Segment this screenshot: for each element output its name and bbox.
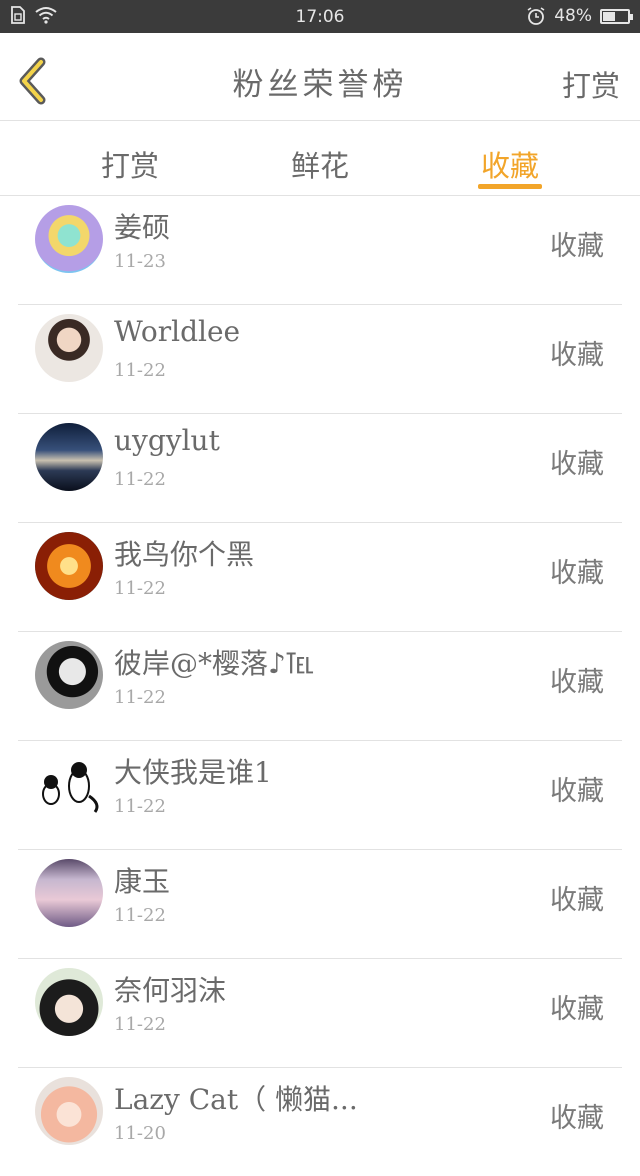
list-item[interactable]: 康玉 11-22 收藏 bbox=[18, 850, 622, 959]
avatar bbox=[35, 423, 103, 491]
fan-date: 11-22 bbox=[114, 469, 166, 490]
list-item[interactable]: 姜硕 11-23 收藏 bbox=[18, 196, 622, 305]
avatar bbox=[35, 750, 103, 818]
battery-icon bbox=[600, 8, 633, 24]
fan-name: 我鸟你个黑 bbox=[114, 538, 255, 571]
list-item[interactable]: 我鸟你个黑 11-22 收藏 bbox=[18, 523, 622, 632]
fan-action-label: 收藏 bbox=[550, 558, 604, 589]
battery-level-fill bbox=[603, 11, 615, 21]
status-right-icons: 48% bbox=[526, 6, 633, 26]
list-item[interactable]: 奈何羽沫 11-22 收藏 bbox=[18, 959, 622, 1068]
battery-percent: 48% bbox=[554, 6, 592, 26]
avatar bbox=[35, 859, 103, 927]
fan-action-label: 收藏 bbox=[550, 667, 604, 698]
reward-button[interactable]: 打赏 bbox=[562, 63, 620, 105]
avatar bbox=[35, 1077, 103, 1145]
fan-date: 11-22 bbox=[114, 578, 166, 599]
avatar bbox=[35, 314, 103, 382]
fan-date: 11-22 bbox=[114, 1014, 166, 1035]
alarm-icon bbox=[527, 7, 545, 25]
fan-action-label: 收藏 bbox=[550, 231, 604, 262]
avatar bbox=[35, 205, 103, 273]
list-item[interactable]: Lazy Cat（ 懒猫... 11-20 收藏 bbox=[18, 1068, 622, 1176]
fan-date: 11-20 bbox=[114, 1123, 166, 1144]
fan-action-label: 收藏 bbox=[550, 1103, 604, 1134]
active-tab-indicator bbox=[478, 184, 542, 189]
fan-action-label: 收藏 bbox=[550, 885, 604, 916]
fan-list: 姜硕 11-23 收藏 Worldlee 11-22 收藏 uygylut 11… bbox=[18, 196, 622, 1176]
title-bar: 粉丝荣誉榜 打赏 bbox=[0, 33, 640, 121]
avatar bbox=[35, 641, 103, 709]
fan-name: uygylut bbox=[114, 424, 220, 457]
fan-action-label: 收藏 bbox=[550, 449, 604, 480]
list-item[interactable]: 大侠我是谁1 11-22 收藏 bbox=[18, 741, 622, 850]
page-title: 粉丝荣誉榜 bbox=[232, 67, 408, 103]
fan-name: 大侠我是谁1 bbox=[114, 756, 272, 789]
fan-date: 11-22 bbox=[114, 905, 166, 926]
fan-action-label: 收藏 bbox=[550, 776, 604, 807]
fan-name: 奈何羽沫 bbox=[114, 974, 227, 1007]
fan-date: 11-22 bbox=[114, 796, 166, 817]
tab-favorites[interactable]: 收藏 bbox=[450, 143, 570, 185]
fan-date: 11-22 bbox=[114, 360, 166, 381]
fan-action-label: 收藏 bbox=[550, 340, 604, 371]
list-item[interactable]: uygylut 11-22 收藏 bbox=[18, 414, 622, 523]
fan-date: 11-23 bbox=[114, 251, 166, 272]
list-item[interactable]: Worldlee 11-22 收藏 bbox=[18, 305, 622, 414]
list-item[interactable]: 彼岸@*樱落♪℡ 11-22 收藏 bbox=[18, 632, 622, 741]
avatar bbox=[35, 532, 103, 600]
tab-reward[interactable]: 打赏 bbox=[70, 143, 190, 185]
tab-bar: 打赏 鲜花 收藏 bbox=[0, 121, 640, 196]
fan-name: Lazy Cat（ 懒猫... bbox=[114, 1083, 358, 1116]
fan-action-label: 收藏 bbox=[550, 994, 604, 1025]
fan-name: 姜硕 bbox=[114, 211, 171, 244]
fan-name: 彼岸@*樱落♪℡ bbox=[114, 647, 314, 680]
status-bar: 17:06 48% bbox=[0, 0, 640, 33]
fan-name: Worldlee bbox=[114, 315, 241, 348]
fan-name: 康玉 bbox=[114, 865, 171, 898]
fan-date: 11-22 bbox=[114, 687, 166, 708]
avatar bbox=[35, 968, 103, 1036]
tab-flowers[interactable]: 鲜花 bbox=[260, 143, 380, 185]
